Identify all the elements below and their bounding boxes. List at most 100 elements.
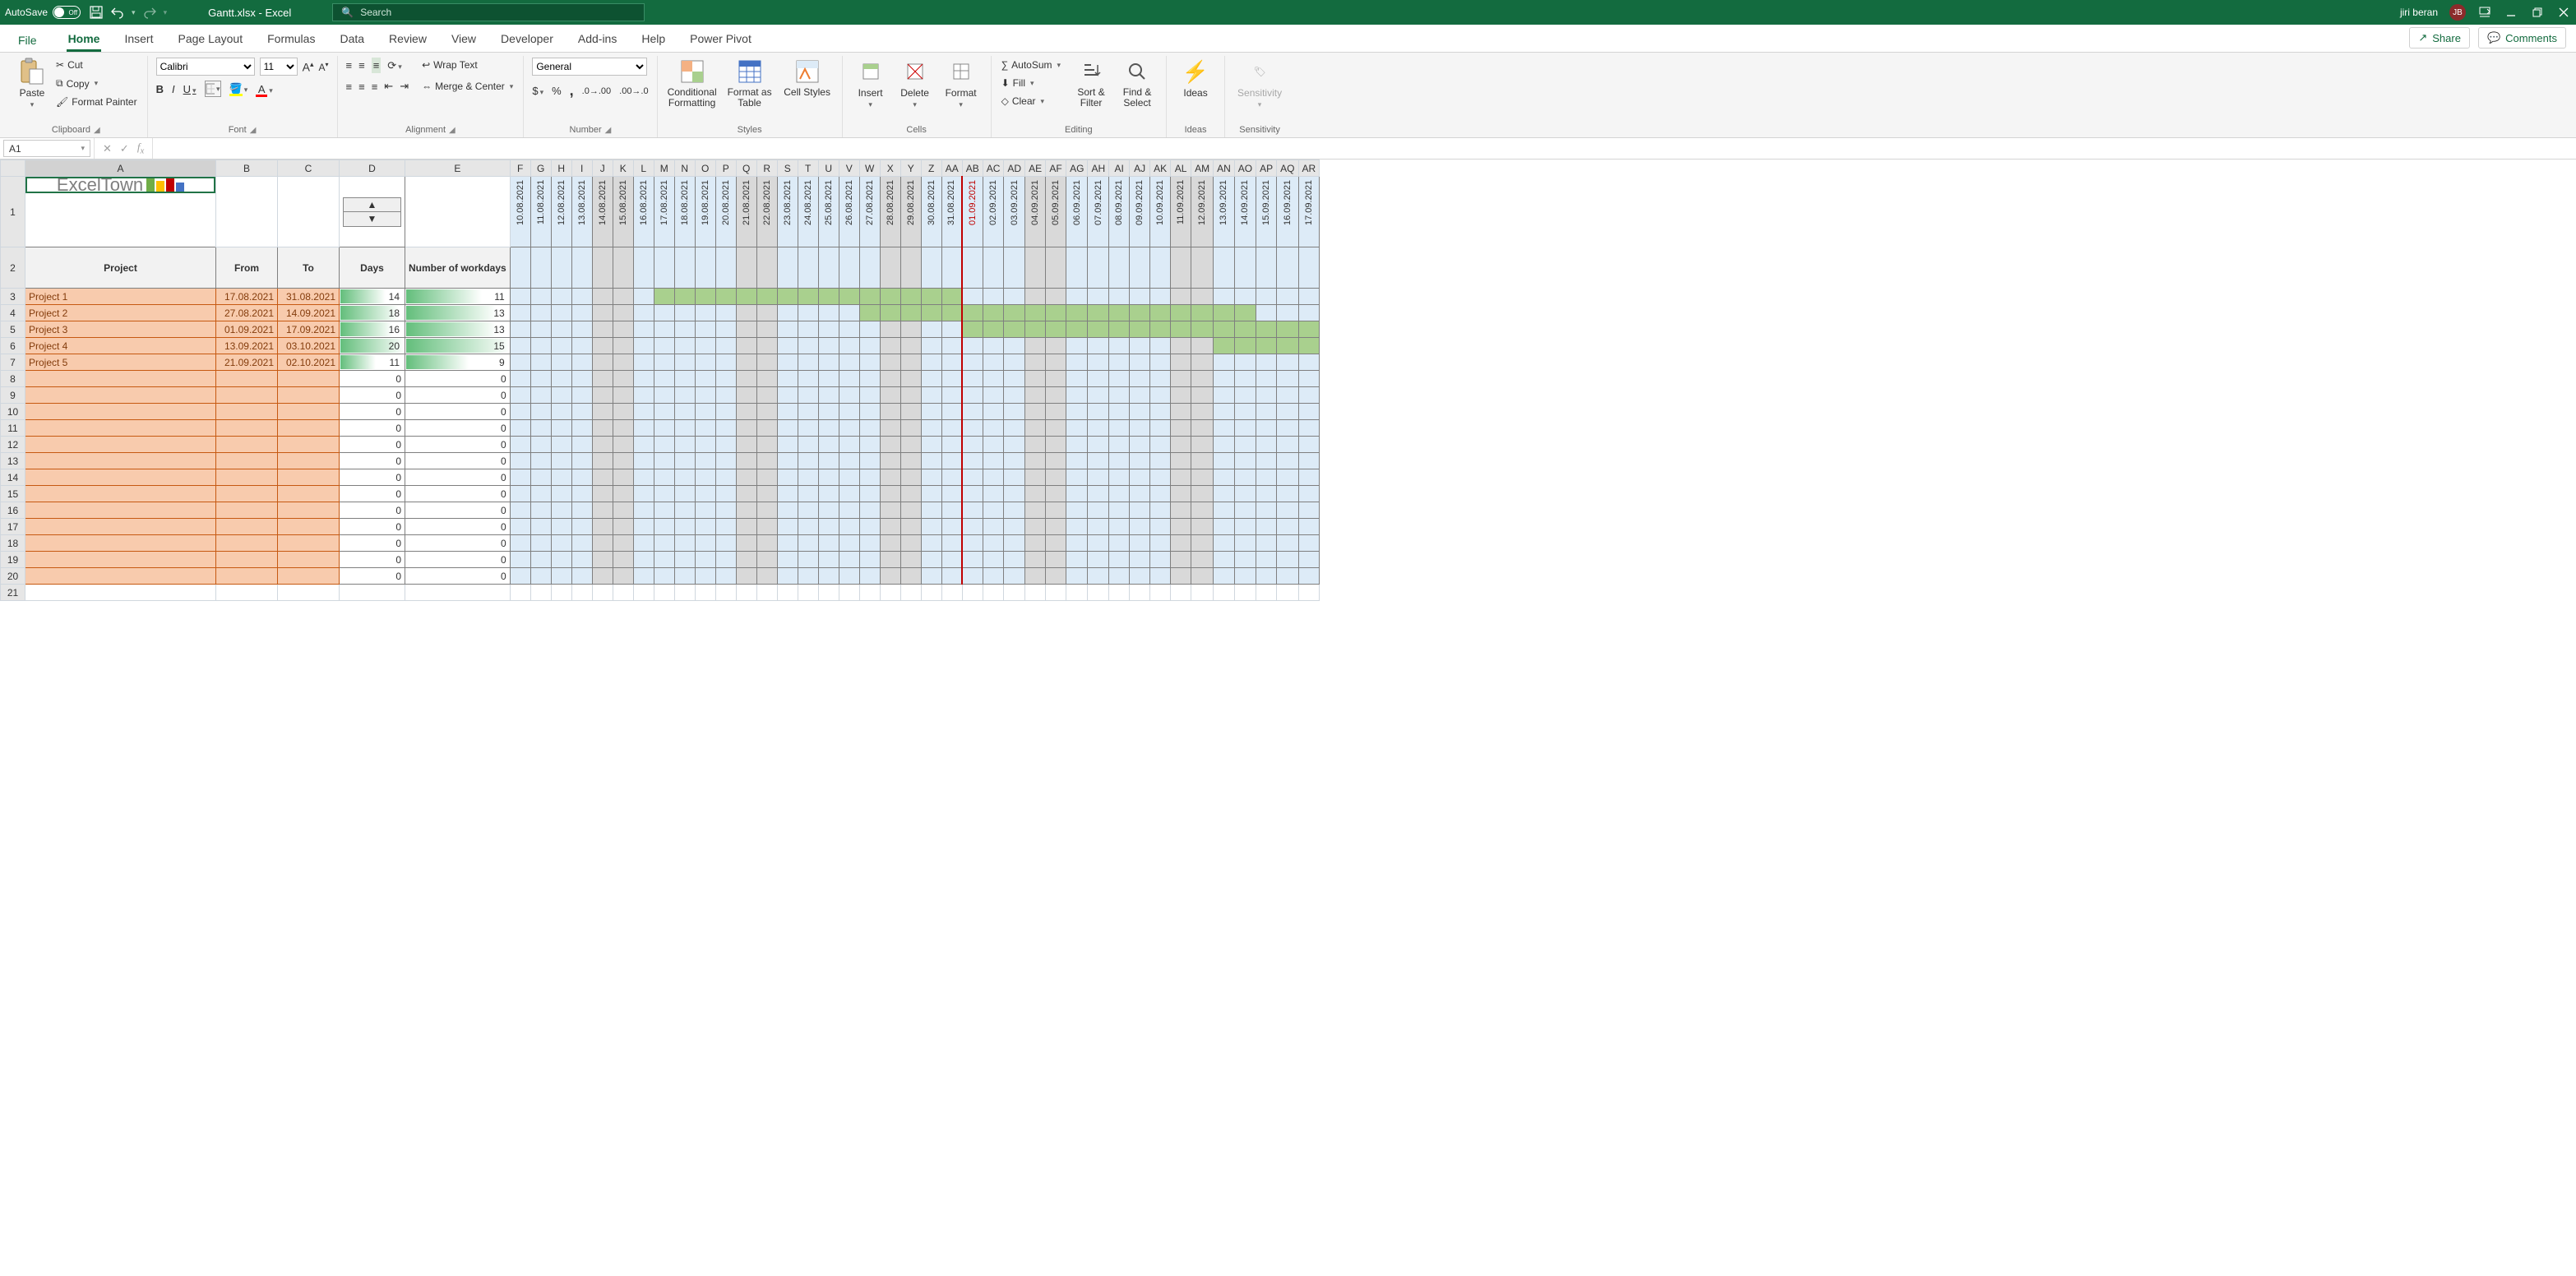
font-name-select[interactable]: Calibri (156, 58, 255, 76)
gantt-cell[interactable] (1109, 552, 1130, 568)
gantt-cell[interactable] (1171, 519, 1191, 535)
gantt-cell[interactable] (880, 404, 900, 420)
gantt-cell[interactable] (633, 321, 654, 338)
gantt-cell[interactable] (1150, 552, 1171, 568)
font-size-select[interactable]: 11 (260, 58, 298, 76)
cell[interactable] (880, 585, 900, 601)
gantt-cell[interactable] (1066, 305, 1088, 321)
gantt-cell[interactable] (859, 486, 880, 502)
gantt-cell[interactable] (592, 552, 613, 568)
gantt-cell[interactable] (736, 289, 756, 305)
row-header[interactable]: 7 (1, 354, 25, 371)
gantt-cell[interactable] (571, 338, 592, 354)
user-avatar[interactable]: JB (2449, 4, 2466, 21)
cell[interactable]: 0 (405, 453, 511, 469)
gantt-cell[interactable] (695, 552, 715, 568)
gantt-cell[interactable] (530, 289, 551, 305)
gantt-cell[interactable] (1150, 338, 1171, 354)
gantt-cell[interactable] (900, 568, 921, 585)
gantt-cell[interactable] (551, 305, 571, 321)
gantt-cell[interactable] (777, 519, 798, 535)
gantt-cell[interactable] (818, 371, 839, 387)
gantt-cell[interactable] (715, 371, 736, 387)
gantt-cell[interactable] (1171, 420, 1191, 437)
gantt-cell[interactable] (654, 469, 674, 486)
gantt-cell[interactable] (695, 486, 715, 502)
gantt-cell[interactable] (921, 535, 941, 552)
col-header[interactable]: AH (1088, 160, 1109, 177)
gantt-cell[interactable] (1025, 338, 1046, 354)
gantt-cell[interactable] (1191, 321, 1214, 338)
cell[interactable] (216, 585, 278, 601)
gantt-cell[interactable] (777, 486, 798, 502)
cell[interactable]: 0 (405, 568, 511, 585)
gantt-cell[interactable] (654, 437, 674, 453)
gantt-cell[interactable] (900, 535, 921, 552)
font-color-button[interactable]: A (256, 83, 273, 95)
format-as-table-button[interactable]: Format as Table (724, 58, 776, 109)
gantt-cell[interactable] (983, 486, 1004, 502)
gantt-cell[interactable] (1046, 305, 1066, 321)
col-header[interactable]: AK (1150, 160, 1171, 177)
gantt-cell[interactable] (941, 404, 962, 420)
cell[interactable] (216, 519, 278, 535)
cell[interactable] (859, 585, 880, 601)
gantt-cell[interactable] (1214, 404, 1235, 420)
gantt-cell[interactable] (674, 552, 695, 568)
gantt-cell[interactable] (674, 502, 695, 519)
cell[interactable]: 15 (405, 338, 511, 354)
gantt-cell[interactable] (1066, 453, 1088, 469)
gantt-cell[interactable] (1109, 469, 1130, 486)
gantt-cell[interactable] (1109, 519, 1130, 535)
gantt-cell[interactable] (633, 354, 654, 371)
gantt-cell[interactable] (777, 305, 798, 321)
gantt-cell[interactable] (859, 437, 880, 453)
gantt-cell[interactable] (777, 371, 798, 387)
gantt-cell[interactable] (1109, 371, 1130, 387)
cell[interactable]: 27.08.2021 (216, 305, 278, 321)
gantt-cell[interactable] (736, 519, 756, 535)
gantt-cell[interactable] (921, 437, 941, 453)
gantt-cell[interactable] (510, 437, 530, 453)
gantt-cell[interactable] (798, 568, 818, 585)
cell[interactable]: 0 (340, 502, 405, 519)
gantt-cell[interactable] (654, 535, 674, 552)
cell[interactable] (571, 585, 592, 601)
gantt-cell[interactable] (1088, 437, 1109, 453)
gantt-cell[interactable] (1130, 338, 1150, 354)
gantt-cell[interactable] (551, 404, 571, 420)
gantt-cell[interactable] (1298, 387, 1320, 404)
col-header[interactable]: AR (1298, 160, 1320, 177)
gantt-cell[interactable] (1277, 552, 1298, 568)
gantt-cell[interactable] (1234, 305, 1256, 321)
gantt-cell[interactable] (510, 502, 530, 519)
cell[interactable] (216, 420, 278, 437)
borders-button[interactable] (205, 81, 221, 97)
gantt-cell[interactable] (818, 552, 839, 568)
cell[interactable] (941, 585, 962, 601)
gantt-cell[interactable] (1298, 371, 1320, 387)
gantt-cell[interactable] (921, 404, 941, 420)
minimize-icon[interactable] (2504, 5, 2518, 20)
gantt-cell[interactable] (695, 387, 715, 404)
gantt-cell[interactable] (839, 519, 859, 535)
gantt-cell[interactable] (571, 552, 592, 568)
gantt-cell[interactable] (1046, 321, 1066, 338)
gantt-cell[interactable] (1150, 437, 1171, 453)
gantt-cell[interactable] (1066, 437, 1088, 453)
gantt-cell[interactable] (756, 321, 777, 338)
cell[interactable] (25, 535, 216, 552)
gantt-cell[interactable] (983, 289, 1004, 305)
cell[interactable] (1150, 585, 1171, 601)
gantt-cell[interactable] (592, 519, 613, 535)
gantt-cell[interactable] (962, 502, 983, 519)
cell[interactable] (25, 371, 216, 387)
gantt-cell[interactable] (1025, 535, 1046, 552)
gantt-cell[interactable] (1171, 404, 1191, 420)
cell[interactable] (216, 502, 278, 519)
gantt-cell[interactable] (1130, 535, 1150, 552)
gantt-cell[interactable] (1150, 519, 1171, 535)
gantt-cell[interactable] (1214, 535, 1235, 552)
delete-button[interactable]: Delete▾ (895, 58, 935, 109)
orientation-icon[interactable]: ⟳ (387, 59, 401, 72)
